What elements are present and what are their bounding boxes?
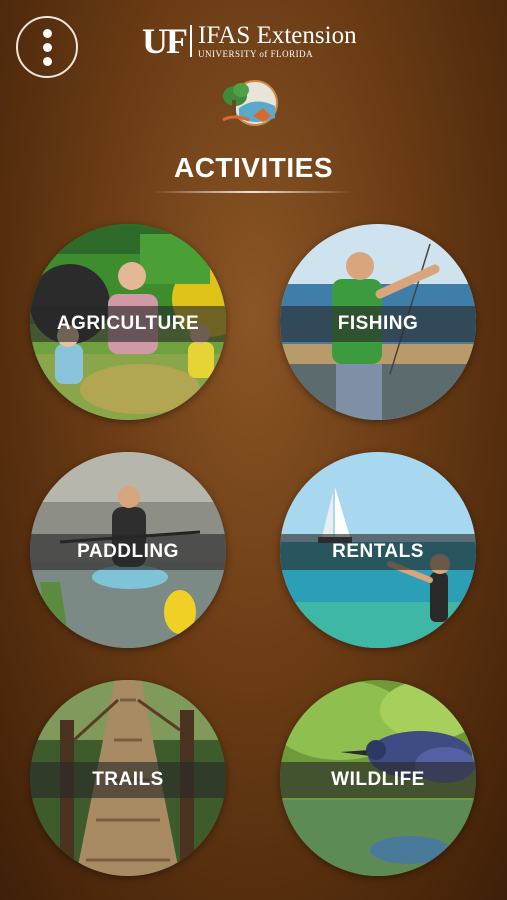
- brand-mark: UF: [142, 21, 188, 61]
- activity-label: WILDLIFE: [280, 762, 476, 798]
- page-title: ACTIVITIES: [173, 152, 333, 183]
- activity-label: FISHING: [280, 306, 476, 342]
- activity-label: TRAILS: [30, 762, 226, 798]
- activity-agriculture-button[interactable]: AGRICULTURE: [30, 224, 226, 420]
- app-emblem-icon: [222, 80, 278, 126]
- activity-fishing-button[interactable]: FISHING: [280, 224, 476, 420]
- activity-paddling-button[interactable]: PADDLING: [30, 452, 226, 648]
- activity-trails-button[interactable]: TRAILS: [30, 680, 226, 876]
- uf-ifas-logo: UF IFAS Extension UNIVERSITY of FLORIDA: [142, 20, 357, 62]
- menu-dot: [42, 56, 52, 66]
- activity-wildlife-button[interactable]: WILDLIFE: [280, 680, 476, 876]
- brand-subtitle: UNIVERSITY of FLORIDA: [198, 49, 314, 59]
- activity-label: RENTALS: [280, 534, 476, 570]
- more-menu-button[interactable]: [16, 16, 78, 78]
- menu-dot: [42, 42, 52, 52]
- brand-title: IFAS Extension: [198, 22, 357, 49]
- activity-rentals-button[interactable]: RENTALS: [280, 452, 476, 648]
- menu-dot: [42, 28, 52, 38]
- title-divider: [152, 191, 352, 193]
- activity-label: PADDLING: [30, 534, 226, 570]
- brand-divider: [190, 25, 192, 57]
- activity-label: AGRICULTURE: [30, 306, 226, 342]
